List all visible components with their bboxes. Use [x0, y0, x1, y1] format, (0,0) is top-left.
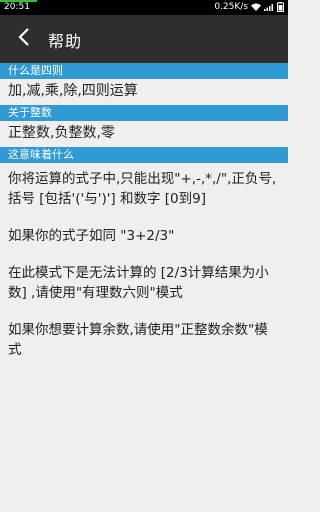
- wifi-icon: [251, 3, 261, 11]
- paragraph: 如果你的式子如同 "3+2/3": [8, 228, 175, 244]
- section-what-is: 什么是四则 加,减,乘,除,四则运算: [0, 63, 288, 105]
- section-body: 加,减,乘,除,四则运算: [8, 83, 138, 99]
- paragraph: 在此模式下是无法计算的 [2/3计算结果为小数] ,请使用"有理数六则"模式: [8, 265, 269, 301]
- network-speed: 0.25K/s: [214, 2, 248, 12]
- app-bar: 帮助: [0, 15, 288, 63]
- section-integers: 关于整数 正整数,负整数,零: [0, 105, 288, 147]
- signal-icon: [264, 3, 274, 11]
- paragraph: 你将运算的式子中,只能出现"+,-,*,/",正负号,括号 [包括'('与')'…: [8, 171, 277, 207]
- battery-icon: [277, 2, 284, 12]
- section-header: 什么是四则: [0, 63, 288, 79]
- section-meaning: 这意味着什么 你将运算的式子中,只能出现"+,-,*,/",正负号,括号 [包括…: [0, 147, 288, 381]
- section-header: 关于整数: [0, 105, 288, 121]
- section-header: 这意味着什么: [0, 147, 288, 163]
- chevron-left-icon: [17, 28, 31, 50]
- status-bar: 20:51 0.25K/s: [0, 0, 288, 15]
- section-body: 正整数,负整数,零: [8, 125, 115, 141]
- help-content: 什么是四则 加,减,乘,除,四则运算 关于整数 正整数,负整数,零 这意味着什么…: [0, 63, 288, 381]
- page-title: 帮助: [48, 32, 83, 51]
- back-button[interactable]: [10, 25, 38, 53]
- section-body: 你将运算的式子中,只能出现"+,-,*,/",正负号,括号 [包括'('与')'…: [0, 163, 288, 381]
- paragraph: 如果你想要计算余数,请使用"正整数余数"模式: [8, 322, 268, 358]
- status-time: 20:51: [4, 2, 30, 12]
- status-right: 0.25K/s: [214, 2, 284, 12]
